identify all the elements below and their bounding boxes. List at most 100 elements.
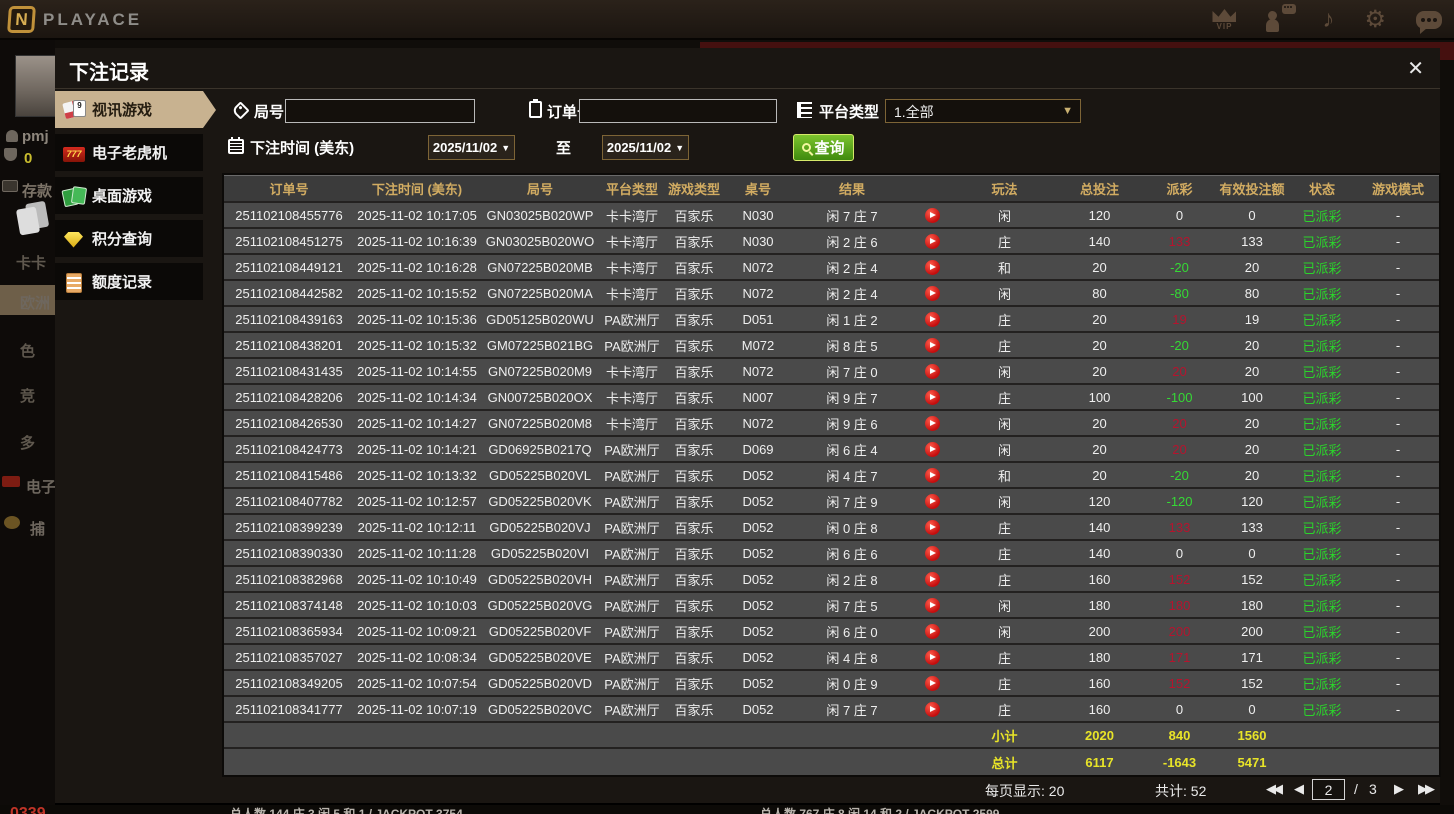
cell-platform: PA欧洲厅 <box>604 650 660 666</box>
play-replay-icon[interactable] <box>924 649 940 665</box>
play-replay-icon[interactable] <box>924 363 940 379</box>
play-replay-icon[interactable] <box>924 233 940 249</box>
cell-result: 闲 7 庄 7 <box>826 702 878 718</box>
cell-bet: 庄 <box>997 546 1011 562</box>
subtotal-row-spacer <box>1287 723 1357 747</box>
play-replay-icon[interactable] <box>924 415 940 431</box>
cell-play <box>912 541 952 565</box>
modal-title: 下注记录 <box>69 62 149 84</box>
card-icon <box>15 206 41 236</box>
total-count-label: 共计: 52 <box>1155 783 1207 799</box>
cell-time: 2025-11-02 10:08:34 <box>357 649 477 665</box>
sidebar-tab-1[interactable]: 电子老虎机 <box>55 134 203 171</box>
cell-order: 251102108374148 <box>235 597 343 613</box>
chat-icon[interactable] <box>1416 11 1442 34</box>
play-replay-icon[interactable] <box>924 259 940 275</box>
order-input[interactable] <box>579 99 777 123</box>
cell-status: 已派彩 <box>1302 546 1342 562</box>
column-header: 平台类型 <box>605 182 658 197</box>
cell-table_no: N072 <box>742 285 774 301</box>
subtotal-row-spacer <box>792 723 912 747</box>
cell-total: 140 <box>1088 233 1111 249</box>
round-input[interactable] <box>285 99 475 123</box>
cell-time: 2025-11-02 10:11:28 <box>357 545 477 561</box>
play-replay-icon[interactable] <box>924 623 940 639</box>
sidebar-tab-4[interactable]: 额度记录 <box>55 263 203 300</box>
deposit-icon <box>2 180 18 192</box>
cell-valid: 200 <box>1241 623 1263 639</box>
play-replay-icon[interactable] <box>924 597 940 613</box>
vip-icon[interactable]: VIP <box>1212 9 1237 31</box>
play-replay-icon[interactable] <box>924 285 940 301</box>
grand-total-row-spacer <box>912 749 952 775</box>
betting-records-modal: 下注记录 ✕ 视讯游戏电子老虎机桌面游戏积分查询额度记录 局号 订单号 平台类型… <box>55 48 1441 805</box>
cell-game: 百家乐 <box>674 676 714 692</box>
table-row: 251102108399239 2025-11-02 10:12:11 GD0522… <box>224 515 1439 541</box>
cell-mode: - <box>1395 493 1401 509</box>
last-page-icon[interactable]: ▶▶ <box>1418 781 1435 797</box>
music-icon[interactable]: ♪ <box>1322 8 1334 32</box>
page-number-input[interactable]: 2 <box>1312 779 1345 800</box>
cell-play <box>912 463 952 487</box>
close-icon[interactable]: ✕ <box>1407 56 1424 81</box>
table-row: 251102108390330 2025-11-02 10:11:28 GD0522… <box>224 541 1439 567</box>
prev-page-icon[interactable]: ◀ <box>1294 781 1304 797</box>
cell-valid: 19 <box>1244 311 1260 327</box>
cell-valid: 20 <box>1244 415 1260 431</box>
cell-total: 160 <box>1088 571 1111 587</box>
cell-payout: 152 <box>1168 571 1191 587</box>
search-button[interactable]: 查询 <box>793 134 854 161</box>
next-page-icon[interactable]: ▶ <box>1394 781 1404 797</box>
cell-time: 2025-11-02 10:12:57 <box>357 493 477 509</box>
settings-gear-icon[interactable]: ⚙ <box>1364 8 1386 32</box>
grand-total-row-value: 总计 <box>991 755 1018 771</box>
cell-game: 百家乐 <box>674 338 714 354</box>
date-to-select[interactable]: 2025/11/02 ▼ <box>602 135 689 160</box>
play-replay-icon[interactable] <box>924 389 940 405</box>
cell-time: 2025-11-02 10:07:54 <box>357 675 477 691</box>
first-page-icon[interactable]: ◀◀ <box>1266 781 1283 797</box>
play-replay-icon[interactable] <box>924 441 940 457</box>
cell-valid: 120 <box>1241 493 1263 509</box>
cell-total: 160 <box>1088 701 1111 717</box>
cell-time: 2025-11-02 10:14:27 <box>357 415 477 431</box>
cell-play <box>912 671 952 695</box>
sidebar-tab-0[interactable]: 视讯游戏 <box>55 91 216 128</box>
play-replay-icon[interactable] <box>924 467 940 483</box>
cell-payout: 0 <box>1175 207 1184 223</box>
cards-icon <box>63 99 86 120</box>
play-replay-icon[interactable] <box>924 311 940 327</box>
cell-time: 2025-11-02 10:16:28 <box>357 259 477 275</box>
cell-play <box>912 281 952 305</box>
platform-type-select[interactable]: 1.全部 ▼ <box>885 99 1081 123</box>
customer-service-icon[interactable] <box>1266 4 1297 32</box>
cell-time: 2025-11-02 10:15:36 <box>357 311 477 327</box>
sidebar-tab-3[interactable]: 积分查询 <box>55 220 203 257</box>
cell-play <box>912 333 952 357</box>
play-replay-icon[interactable] <box>924 493 940 509</box>
table-row: 251102108438201 2025-11-02 10:15:32 GM0722… <box>224 333 1439 359</box>
cell-mode: - <box>1395 597 1401 613</box>
cell-order: 251102108449121 <box>235 259 343 275</box>
cell-total: 200 <box>1088 623 1111 639</box>
date-from-select[interactable]: 2025/11/02 ▼ <box>428 135 515 160</box>
cell-play <box>912 515 952 539</box>
cell-order: 251102108357027 <box>235 649 343 665</box>
play-replay-icon[interactable] <box>924 545 940 561</box>
sidebar-tab-2[interactable]: 桌面游戏 <box>55 177 203 214</box>
background-left-strip: pmj 0 存款 卡卡 欧洲 色 竞 多 电子 捕 <box>0 40 55 805</box>
play-replay-icon[interactable] <box>924 337 940 353</box>
lobby-fragment-se: 色 <box>20 343 36 360</box>
cell-total: 20 <box>1092 441 1107 457</box>
cell-status: 已派彩 <box>1302 364 1342 380</box>
cell-total: 20 <box>1092 363 1107 379</box>
play-replay-icon[interactable] <box>924 571 940 587</box>
play-replay-icon[interactable] <box>924 207 940 223</box>
play-replay-icon[interactable] <box>924 701 940 717</box>
cell-time: 2025-11-02 10:15:52 <box>357 285 477 301</box>
play-replay-icon[interactable] <box>924 675 940 691</box>
cell-total: 180 <box>1088 649 1111 665</box>
service-bubble-icon <box>1282 4 1297 14</box>
cell-valid: 20 <box>1244 467 1260 483</box>
play-replay-icon[interactable] <box>924 519 940 535</box>
